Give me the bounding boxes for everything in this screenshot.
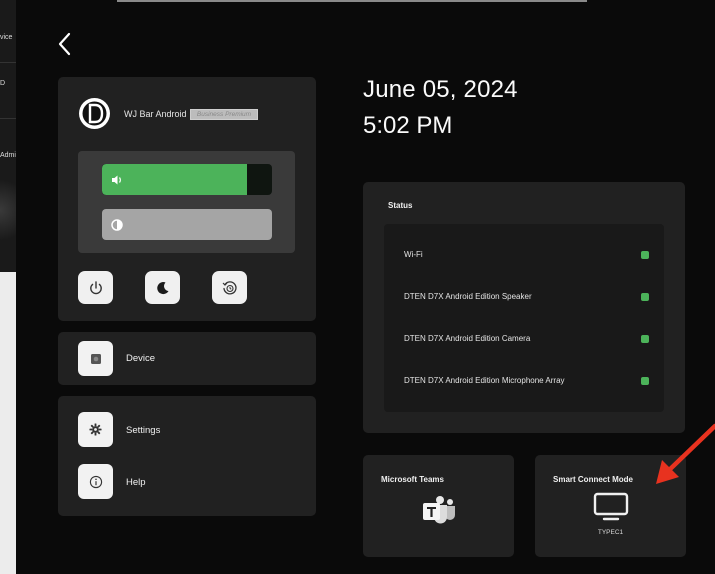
device-icon [90,353,101,364]
device-menu-label: Device [126,353,156,364]
status-item: DTEN D7X Android Edition Speaker [404,292,649,304]
help-icon-tile [78,464,113,499]
app-window: vice D Admi WJ Bar Android Business Prem… [0,0,715,574]
dten-logo-icon [79,98,110,129]
status-item: DTEN D7X Android Edition Camera [404,334,649,346]
status-ok-indicator [641,335,649,343]
gear-icon [89,423,102,436]
status-item-label: DTEN D7X Android Edition Camera [404,334,531,343]
status-ok-indicator [641,377,649,385]
status-ok-indicator [641,293,649,301]
status-item: Wi-Fi [404,250,649,262]
restart-icon [222,280,237,294]
teams-icon [423,496,455,524]
annotation-arrow-icon [656,423,715,484]
moon-icon [156,281,168,294]
background-label: Admi [0,152,16,159]
current-date: June 05, 2024 [363,76,518,103]
controls-box [78,151,295,253]
brightness-slider[interactable] [102,209,272,240]
settings-icon-tile [78,412,113,447]
smart-connect-source: TYPEC1 [597,529,624,536]
sleep-button[interactable] [145,271,180,304]
power-button[interactable] [78,271,113,304]
power-icon [89,280,102,294]
back-button[interactable] [55,30,77,58]
status-item-label: DTEN D7X Android Edition Speaker [404,292,532,301]
teams-mode-title: Microsoft Teams [381,475,444,484]
settings-label: Settings [126,425,161,436]
volume-slider[interactable] [102,164,272,195]
status-title: Status [388,201,413,210]
help-label: Help [126,477,146,488]
restart-button[interactable] [212,271,247,304]
device-menu-card[interactable]: Device [58,332,316,385]
monitor-icon [593,492,629,521]
status-card: Status Wi-Fi DTEN D7X Android Edition Sp… [363,182,685,433]
status-item-label: DTEN D7X Android Edition Microphone Arra… [404,376,565,385]
chevron-left-icon [58,32,71,56]
background-window-sidebar: vice D Admi [0,0,16,272]
settings-menu-item[interactable]: Settings [58,396,316,458]
info-icon [89,475,102,488]
microsoft-teams-mode-card[interactable]: Microsoft Teams [363,455,514,557]
brightness-icon [111,219,123,231]
status-item: DTEN D7X Android Edition Microphone Arra… [404,376,649,388]
help-menu-item[interactable]: Help [58,458,316,516]
status-list: Wi-Fi DTEN D7X Android Edition Speaker D… [384,224,664,412]
license-badge: Business Premium [190,109,258,120]
current-time: 5:02 PM [363,112,453,139]
device-card: WJ Bar Android Business Premium [58,77,316,321]
status-ok-indicator [641,251,649,259]
speaker-icon [112,175,121,185]
top-edge [117,0,587,2]
smart-connect-title: Smart Connect Mode [553,475,634,484]
status-item-label: Wi-Fi [404,250,423,259]
settings-help-card: Settings Help [58,396,316,516]
device-name: WJ Bar Android [124,109,187,119]
device-icon-tile [78,341,113,376]
background-label: vice [0,34,13,41]
background-label: D [0,80,6,87]
